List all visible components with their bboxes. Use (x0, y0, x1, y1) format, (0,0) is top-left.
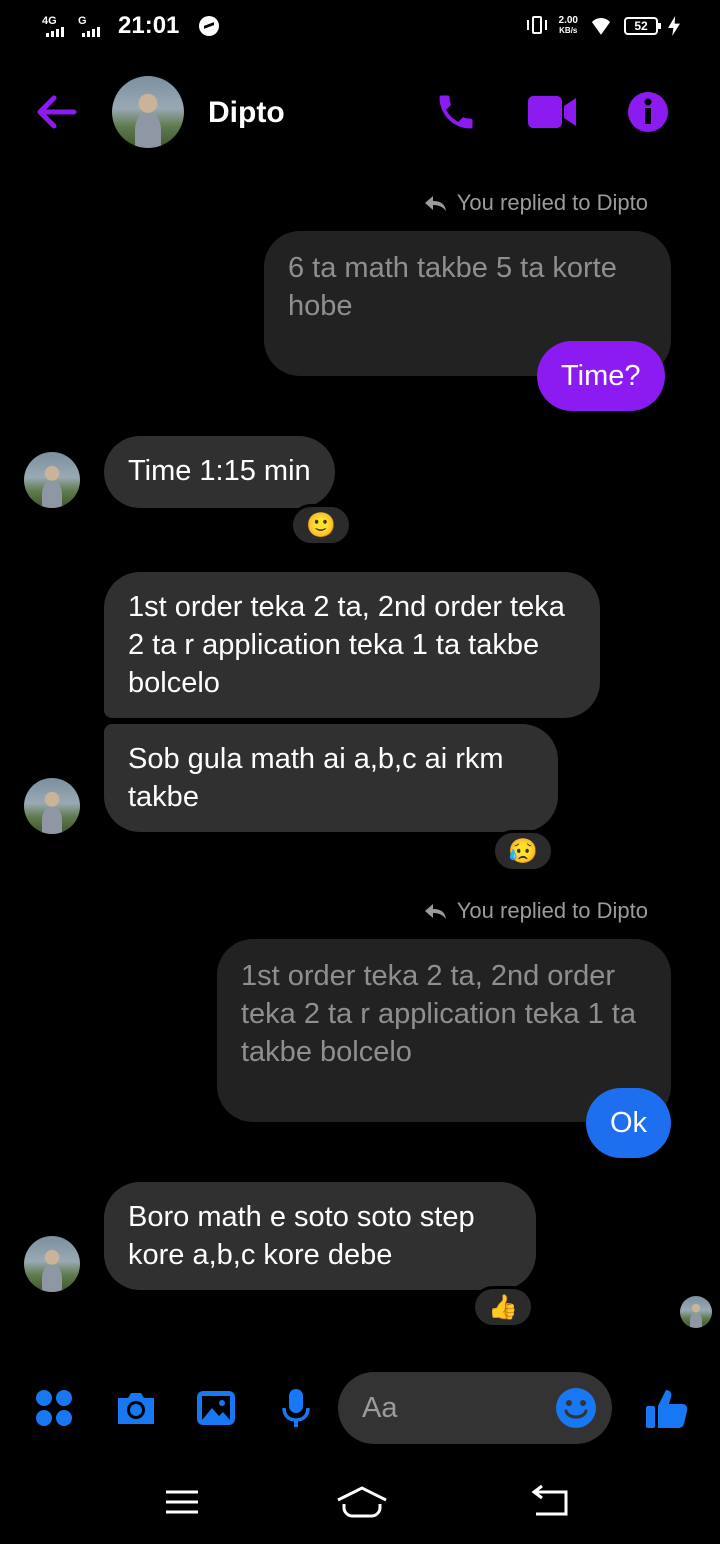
signal-g-icon: G (76, 13, 106, 39)
battery-indicator: 52 (624, 17, 661, 35)
info-icon[interactable] (626, 90, 670, 134)
wifi-icon (588, 16, 614, 36)
video-camera-icon[interactable] (528, 90, 576, 134)
network-speed: 2.00 KB/s (558, 15, 578, 36)
microphone-icon[interactable] (274, 1386, 318, 1430)
incoming-message[interactable]: Boro math e soto soto step kore a,b,c ko… (104, 1182, 536, 1290)
contact-name[interactable]: Dipto (208, 96, 285, 130)
message-input[interactable]: Aa (338, 1372, 612, 1444)
chat-header: Dipto (0, 70, 720, 154)
status-time: 21:01 (118, 12, 180, 39)
reply-icon (424, 196, 446, 211)
outgoing-message[interactable]: Ok (586, 1088, 672, 1158)
sender-avatar[interactable] (24, 452, 80, 508)
phone-icon[interactable] (434, 90, 478, 134)
recent-apps-button[interactable] (160, 1484, 208, 1520)
emoji-icon[interactable] (554, 1386, 598, 1430)
message-composer: Aa (0, 1370, 720, 1450)
reply-indicator: You replied to Dipto (423, 190, 648, 216)
contact-avatar[interactable] (112, 76, 184, 148)
incoming-message[interactable]: Sob gula math ai a,b,c ai rkm takbe (104, 724, 558, 832)
menu-dots-icon[interactable] (34, 1386, 78, 1430)
system-navigation-bar (0, 1464, 720, 1544)
outgoing-message[interactable]: Time? (537, 341, 665, 411)
charging-icon (668, 16, 680, 36)
back-arrow-icon[interactable] (34, 92, 78, 132)
reaction-badge[interactable]: 🙂 (290, 504, 352, 546)
seen-receipt-avatar (680, 1296, 712, 1328)
sender-avatar[interactable] (24, 1236, 80, 1292)
reply-icon (424, 904, 446, 919)
messenger-notification-icon (199, 16, 220, 36)
sender-avatar[interactable] (24, 778, 80, 834)
reaction-badge[interactable]: 😥 (492, 830, 554, 872)
reaction-badge[interactable]: 👍 (472, 1286, 534, 1328)
incoming-message[interactable]: Time 1:15 min (104, 436, 335, 508)
home-button[interactable] (334, 1484, 390, 1520)
incoming-message[interactable]: 1st order teka 2 ta, 2nd order teka 2 ta… (104, 572, 600, 718)
reply-indicator: You replied to Dipto (423, 898, 648, 924)
status-bar: 4G G 21:01 2.00 KB/s 52 (0, 0, 720, 56)
back-button[interactable] (528, 1484, 576, 1520)
thumbs-up-icon[interactable] (644, 1386, 688, 1430)
signal-4g-icon: 4G (40, 13, 70, 39)
gallery-icon[interactable] (194, 1386, 238, 1430)
vibrate-icon (525, 14, 549, 38)
camera-icon[interactable] (114, 1386, 158, 1430)
